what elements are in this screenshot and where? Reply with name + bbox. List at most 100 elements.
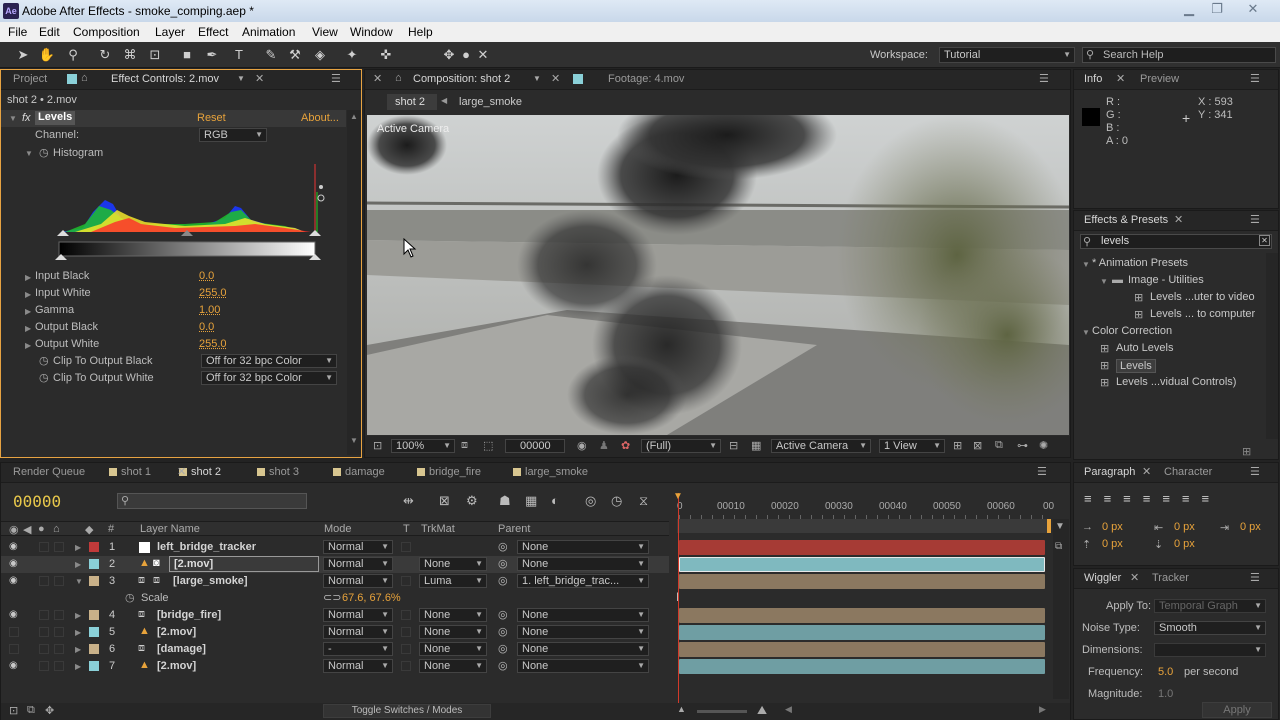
trackmat-dropdown[interactable]: None <box>419 659 487 673</box>
visibility-eye-icon[interactable]: ◉ <box>9 575 18 586</box>
pick-whip-icon[interactable]: ◎ <box>498 540 508 553</box>
solo-toggle[interactable] <box>39 559 49 569</box>
layer-name[interactable]: [bridge_fire] <box>157 609 221 621</box>
parent-dropdown[interactable]: None <box>517 625 649 639</box>
parent-dropdown[interactable]: None <box>517 540 649 554</box>
exposure-icon[interactable]: ✺ <box>1039 439 1048 452</box>
tab-preview[interactable]: Preview <box>1140 73 1179 85</box>
prop-value[interactable]: 255.0 <box>199 338 227 350</box>
composition-viewer-canvas[interactable] <box>367 115 1069 435</box>
clone-stamp-tool-icon[interactable]: ⚒ <box>286 46 304 64</box>
scrollbar[interactable]: ▲ ▼ <box>347 110 361 455</box>
roto-brush-tool-icon[interactable]: ✦ <box>343 46 361 64</box>
layer-duration-bar[interactable] <box>679 642 1045 657</box>
layer-row[interactable]: ▶ 5 ▲ [2.mov] Normal None ◎ None <box>1 624 669 641</box>
levels-effect-row[interactable]: ▼ fx Levels Reset About... <box>1 110 346 127</box>
timeline-tab[interactable]: shot 2 <box>191 466 221 478</box>
comp-button-icon[interactable]: ⧉ <box>1055 541 1062 552</box>
layer-row[interactable]: ◉ ▶ 2 ▲◙ [2.mov] Normal None ◎ None <box>1 556 669 573</box>
axis-world-icon[interactable]: ● <box>457 46 475 64</box>
draft-3d-icon[interactable]: ⚙ <box>466 493 478 509</box>
minimize-icon[interactable]: ▁ <box>1176 1 1202 19</box>
tab-paragraph[interactable]: Paragraph <box>1084 466 1135 478</box>
pan-behind-tool-icon[interactable]: ⊡ <box>146 46 164 64</box>
clip-dropdown[interactable]: Off for 32 bpc Color <box>201 371 337 385</box>
pick-whip-icon[interactable]: ◎ <box>498 642 508 655</box>
snapshot-icon[interactable]: ◉ <box>577 439 587 452</box>
tree-expand-icon[interactable]: ▼ <box>1100 277 1108 286</box>
layer-label-color[interactable] <box>89 559 99 569</box>
solo-toggle[interactable] <box>39 627 49 637</box>
current-time-indicator[interactable] <box>678 493 679 703</box>
layer-expand-icon[interactable]: ▶ <box>75 560 81 569</box>
lock-toggle[interactable] <box>54 610 64 620</box>
menu-edit[interactable]: Edit <box>39 25 60 39</box>
trackmat-dropdown[interactable]: None <box>419 608 487 622</box>
menu-help[interactable]: Help <box>408 25 433 39</box>
layer-expand-icon[interactable]: ▼ <box>75 577 83 586</box>
layer-expand-icon[interactable]: ▶ <box>75 662 81 671</box>
menu-file[interactable]: File <box>8 25 27 39</box>
timeline-icon[interactable]: ⊠ <box>973 439 982 452</box>
frequency-value[interactable]: 5.0 <box>1158 666 1173 678</box>
col-mode[interactable]: Mode <box>324 523 352 535</box>
graph-editor-icon[interactable]: ⧖ <box>639 493 648 509</box>
visibility-eye-icon[interactable]: ◉ <box>9 609 18 620</box>
layer-name[interactable]: [damage] <box>157 643 206 655</box>
effects-tree-item[interactable]: ▼ * Animation Presets <box>1074 256 1264 273</box>
close-comp-icon[interactable]: ✕ <box>551 72 560 85</box>
blend-mode-dropdown[interactable]: Normal <box>323 659 393 673</box>
region-of-interest-icon[interactable]: ⬚ <box>483 439 493 452</box>
close-icon[interactable]: ✕ <box>1240 1 1266 19</box>
space-after-value[interactable]: 0 px <box>1174 538 1195 550</box>
prop-expand-icon[interactable]: ▶ <box>25 324 31 333</box>
blend-mode-dropdown[interactable]: Normal <box>323 574 393 588</box>
live-update-icon[interactable]: ⊠ <box>439 493 450 509</box>
prop-value[interactable]: 255.0 <box>199 287 227 299</box>
parent-dropdown[interactable]: None <box>517 642 649 656</box>
wiggler-menu-icon[interactable]: ☰ <box>1250 571 1260 584</box>
histogram-expand-icon[interactable]: ▼ <box>25 149 33 158</box>
preserve-transparency-toggle[interactable] <box>401 542 411 552</box>
lock-toggle[interactable] <box>54 627 64 637</box>
timeline-tab[interactable]: bridge_fire <box>429 466 481 478</box>
visibility-eye-icon[interactable]: ◉ <box>9 660 18 671</box>
layer-label-color[interactable] <box>89 661 99 671</box>
flowchart-icon[interactable]: ⊶ <box>1017 439 1028 452</box>
brainstorm-icon[interactable]: ◎ <box>585 493 596 509</box>
layer-label-color[interactable] <box>89 644 99 654</box>
scroll-down-icon[interactable]: ▼ <box>350 436 358 445</box>
zoom-out-icon[interactable]: ▲ <box>677 704 686 714</box>
tab-effect-controls[interactable]: Effect Controls: 2.mov <box>111 73 219 85</box>
workspace-dropdown[interactable]: Tutorial <box>939 47 1075 63</box>
comp-marker-icon[interactable]: ▼ <box>1055 521 1065 532</box>
layer-expand-icon[interactable]: ▶ <box>75 611 81 620</box>
timeline-timecode[interactable]: 00000 <box>13 492 61 511</box>
tree-expand-icon[interactable]: ▼ <box>1082 260 1090 269</box>
stopwatch-icon[interactable]: ◷ <box>125 591 135 604</box>
space-before-value[interactable]: 0 px <box>1102 538 1123 550</box>
pick-whip-icon[interactable]: ◎ <box>498 574 508 587</box>
prop-value[interactable]: 0.0 <box>199 270 214 282</box>
preserve-transparency-toggle[interactable] <box>401 576 411 586</box>
layer-label-color[interactable] <box>89 576 99 586</box>
constrain-link-icon[interactable]: ⊂⊃ <box>323 591 341 604</box>
layer-search-field[interactable]: ⚲ <box>117 493 307 509</box>
type-tool-icon[interactable]: T <box>230 46 248 64</box>
solo-toggle[interactable] <box>39 576 49 586</box>
transparency-grid-icon[interactable]: ▦ <box>751 439 761 452</box>
tab-footage[interactable]: Footage: 4.mov <box>608 73 684 85</box>
frame-blending-icon[interactable]: ▦ <box>525 493 537 509</box>
close-paragraph-icon[interactable]: ✕ <box>1142 465 1151 478</box>
menu-effect[interactable]: Effect <box>198 25 228 39</box>
clear-search-icon[interactable]: ✕ <box>1259 235 1270 246</box>
parent-dropdown[interactable]: None <box>517 659 649 673</box>
indent-right-value[interactable]: 0 px <box>1174 521 1195 533</box>
stopwatch-icon[interactable]: ◷ <box>39 371 49 384</box>
close-info-icon[interactable]: ✕ <box>1116 72 1125 85</box>
effects-tree-item[interactable]: ⊞ Levels ... to computer <box>1074 307 1264 324</box>
close-effects-icon[interactable]: ✕ <box>1174 213 1183 226</box>
breadcrumb-shot2[interactable]: shot 2 <box>387 94 437 110</box>
prop-expand-icon[interactable]: ▶ <box>25 307 31 316</box>
trackmat-dropdown[interactable]: None <box>419 625 487 639</box>
